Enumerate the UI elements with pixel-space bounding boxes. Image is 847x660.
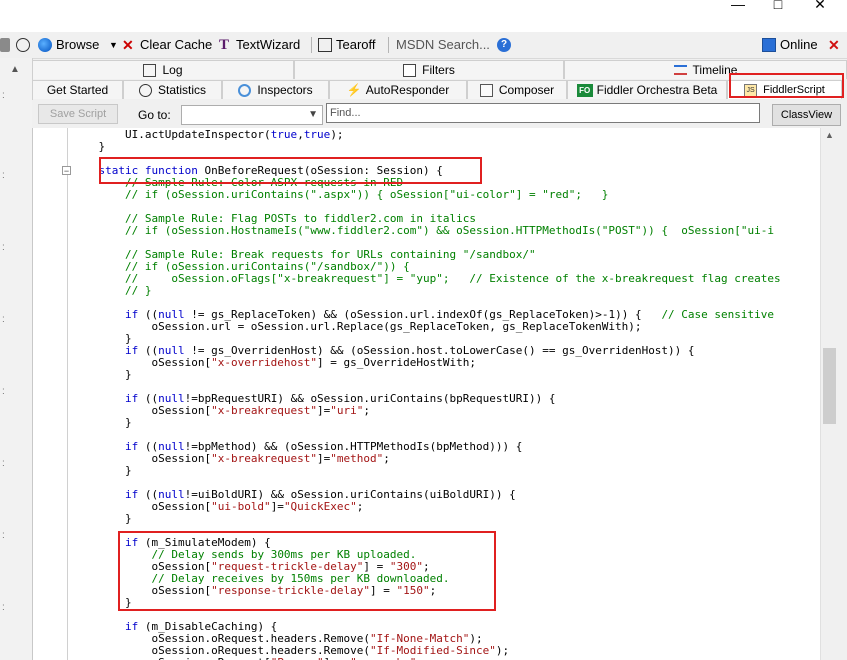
scroll-up-arrow-icon[interactable]: ▲	[825, 130, 834, 140]
script-editor[interactable]: − UI.actUpdateInspector(true,true); } st…	[32, 128, 836, 660]
tab-composer-label: Composer	[498, 82, 555, 97]
session-marker: :	[2, 386, 6, 397]
tab-statistics[interactable]: Statistics	[123, 80, 222, 99]
timer-icon[interactable]	[16, 37, 34, 53]
tab-statistics-label: Statistics	[157, 82, 206, 97]
session-marker: :	[2, 314, 6, 325]
tab-fiddler-orchestra[interactable]: FO Fiddler Orchestra Beta	[567, 80, 727, 99]
code-line: }	[72, 140, 106, 153]
tab-fiddler-orchestra-label: Fiddler Orchestra Beta	[596, 82, 718, 97]
code-line: oSession["x-overridehost"] = gs_Override…	[72, 356, 476, 369]
close-icon[interactable]: ✕	[804, 0, 836, 14]
goto-label: Go to:	[138, 108, 171, 122]
tab-log-label: Log	[162, 62, 183, 77]
tab-log[interactable]: Log	[32, 60, 294, 79]
code-line: }	[72, 416, 132, 429]
editor-vertical-scrollbar[interactable]: ▲	[820, 128, 838, 660]
tab-row-upper: Log Filters Timeline	[32, 60, 847, 80]
save-script-button[interactable]: Save Script	[38, 104, 118, 124]
sessions-pane-strip: ▲ : : : : : : : :	[0, 58, 33, 660]
find-input[interactable]: Find...	[326, 103, 760, 123]
textwizard-icon: T	[219, 37, 230, 53]
tearoff-icon	[318, 38, 332, 52]
composer-icon	[479, 83, 493, 97]
clear-cache-label: Clear Cache	[140, 37, 213, 52]
toolbar-separator	[311, 37, 312, 53]
script-toolbar: Save Script Go to: ▼ Find... ClassView	[32, 100, 847, 128]
classview-button[interactable]: ClassView	[772, 104, 841, 126]
code-line: // if (oSession.uriContains(".aspx")) { …	[124, 188, 609, 201]
online-label: Online	[780, 37, 818, 52]
code-line: UI.actUpdateInspector(true,true);	[72, 128, 344, 141]
chevron-down-icon: ▼	[308, 109, 318, 120]
code-line: }	[72, 512, 132, 525]
clear-cache-button[interactable]: ✕ Clear Cache	[122, 37, 212, 53]
tab-filters-label: Filters	[422, 62, 455, 77]
code-line: // }	[124, 284, 152, 297]
help-icon[interactable]: ?	[497, 37, 515, 53]
tab-autoresponder[interactable]: ⚡ AutoResponder	[329, 80, 467, 99]
tab-get-started[interactable]: Get Started	[32, 80, 123, 99]
code-line: oSession.url = oSession.url.Replace(gs_R…	[72, 320, 642, 333]
decode-icon[interactable]	[0, 37, 14, 53]
stopwatch-icon	[138, 83, 152, 97]
tearoff-label: Tearoff	[336, 37, 376, 52]
code-line: // if (oSession.HostnameIs("www.fiddler2…	[124, 224, 774, 237]
collapse-icon[interactable]: −	[62, 166, 71, 176]
tab-timeline-label: Timeline	[692, 62, 738, 77]
inspector-icon	[238, 83, 252, 97]
checkbox-icon	[403, 63, 417, 77]
tearoff-button[interactable]: Tearoff	[318, 37, 376, 53]
goto-dropdown[interactable]: ▼	[181, 105, 323, 125]
browse-button[interactable]: Browse	[38, 37, 99, 53]
main-toolbar: Browse ▼ ✕ Clear Cache T TextWizard Tear…	[0, 32, 847, 59]
minimize-icon[interactable]: —	[722, 0, 754, 14]
toolbar-separator	[388, 37, 389, 53]
clear-cache-icon: ✕	[122, 37, 134, 53]
timeline-icon	[673, 65, 687, 75]
maximize-icon[interactable]: □	[762, 0, 794, 14]
session-marker: :	[2, 170, 6, 181]
browse-label: Browse	[56, 37, 100, 52]
tab-fiddlerscript[interactable]: JS FiddlerScript	[727, 80, 842, 99]
session-marker: :	[2, 602, 6, 613]
textwizard-button[interactable]: T TextWizard	[219, 37, 300, 53]
scrollbar-thumb[interactable]	[823, 348, 836, 424]
tab-composer[interactable]: Composer	[467, 80, 567, 99]
orchestra-icon: FO	[576, 83, 593, 97]
session-marker: :	[2, 530, 6, 541]
tab-autoresponder-label: AutoResponder	[365, 82, 450, 97]
code-line: // oSession.oFlags["x-breakrequest"] = "…	[124, 272, 781, 285]
scroll-up-icon[interactable]: ▲	[10, 64, 20, 75]
tab-row-lower: Get Started Statistics Inspectors ⚡ Auto…	[32, 80, 847, 100]
network-icon	[762, 38, 776, 52]
msdn-search-box[interactable]: MSDN Search...	[396, 37, 490, 53]
close-toolbar-icon[interactable]: ✕	[828, 37, 840, 53]
browser-icon	[38, 38, 52, 52]
browse-dropdown-icon[interactable]: ▼	[109, 37, 118, 53]
code-line: }	[72, 596, 132, 609]
code-line: }	[72, 368, 132, 381]
session-marker: :	[2, 242, 6, 253]
window-title-bar: — □ ✕	[0, 0, 847, 32]
script-file-icon: JS	[744, 83, 758, 97]
lightning-icon: ⚡	[346, 82, 362, 97]
session-marker: :	[2, 90, 6, 101]
tab-timeline[interactable]: Timeline	[564, 60, 847, 79]
textwizard-label: TextWizard	[236, 37, 301, 52]
code-line: }	[72, 464, 132, 477]
tab-inspectors-label: Inspectors	[257, 82, 313, 97]
fold-guide	[67, 128, 68, 660]
tab-get-started-label: Get Started	[46, 82, 109, 97]
tab-fiddlerscript-label: FiddlerScript	[763, 83, 825, 96]
session-marker: :	[2, 458, 6, 469]
tab-filters[interactable]: Filters	[294, 60, 564, 79]
log-icon	[143, 63, 157, 77]
tab-inspectors[interactable]: Inspectors	[222, 80, 329, 99]
online-status[interactable]: Online	[762, 37, 818, 53]
msdn-search-label: MSDN Search...	[396, 37, 490, 52]
